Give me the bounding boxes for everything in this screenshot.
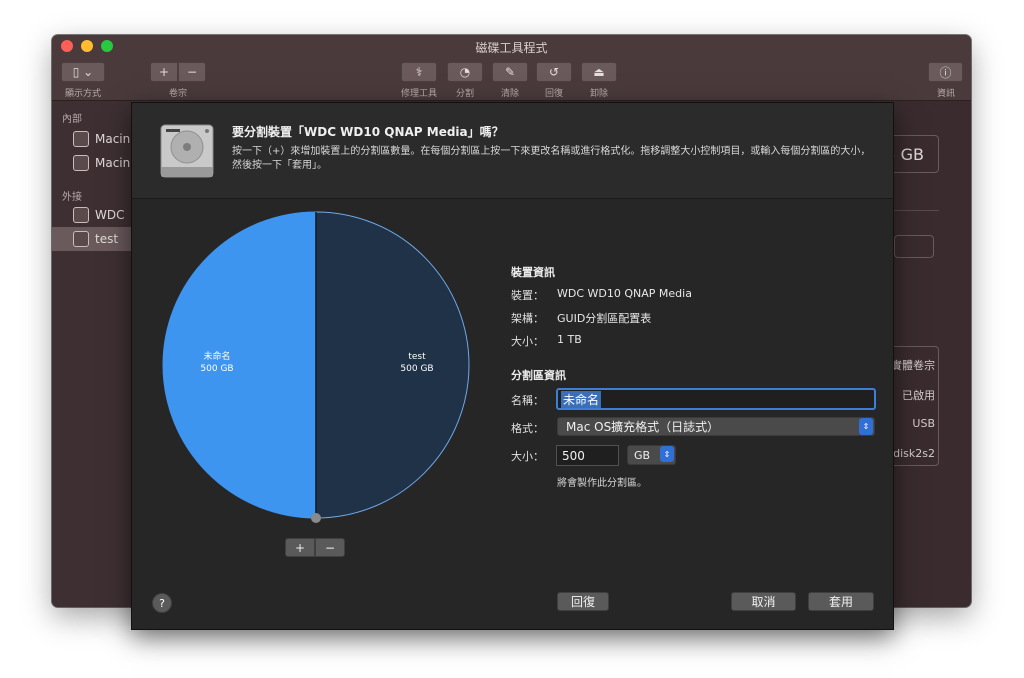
add-volume-button[interactable]: + [150,62,178,82]
slice-size: 500 GB [200,364,234,374]
device-value: WDC WD10 QNAP Media [557,287,692,300]
info-label: 資訊 [936,89,955,99]
format-value: Mac OS擴充格式（日誌式） [566,420,720,434]
dialog-header: 要分割裝置「WDC WD10 QNAP Media」嗎？ 按一下（+）來增加裝置… [132,103,893,199]
internal-disk-icon [73,131,89,147]
partition-note: 將會製作此分割區。 [557,478,647,489]
erase-button[interactable]: ✎ [492,62,528,82]
hard-drive-icon [160,124,214,178]
window-title: 磁碟工具程式 [475,41,548,55]
slice-label-test: test 500 GB [372,351,462,375]
name-input-value: 未命名 [561,390,602,408]
sidebar-item-label: Macin [95,132,131,146]
partition-button[interactable]: ◔ [447,62,483,82]
help-button[interactable]: ? [152,593,172,613]
restore-icon: ↺ [548,65,560,79]
external-disk-icon [73,207,89,223]
chevron-updown-icon: ⇕ [859,418,873,435]
revert-button[interactable]: 回復 [557,592,609,611]
dialog-title: 要分割裝置「WDC WD10 QNAP Media」嗎？ [232,125,504,139]
size-input-value: 500 [562,448,585,463]
info-cell: USB [912,417,935,430]
first-aid-button[interactable]: ⚕ [401,62,437,82]
device-label: 裝置： [511,289,544,302]
unmount-button[interactable]: ⏏ [581,62,617,82]
stethoscope-icon: ⚕ [415,65,423,79]
internal-disk-icon [73,155,89,171]
device-info-title: 裝置資訊 [511,266,555,279]
view-button[interactable]: ▯ ⌄ [61,62,105,82]
erase-icon: ✎ [504,65,516,79]
slice-name: test [408,352,426,362]
sidebar-header-external: 外接 [62,192,82,203]
size-unit-select[interactable]: GB ⇕ [627,445,676,465]
plus-icon: + [158,65,170,79]
apply-button[interactable]: 套用 [808,592,874,611]
restore-button[interactable]: ↺ [536,62,572,82]
view-label: 顯示方式 [64,89,101,99]
help-icon: ? [159,596,165,610]
info-cell: 實體卷宗 [891,359,935,372]
sidebar-header-internal: 內部 [62,114,82,125]
info-table: 實體卷宗 已啟用 USB disk2s2 [890,346,939,466]
cancel-label: 取消 [751,595,776,609]
remove-volume-button[interactable]: − [178,62,206,82]
remove-partition-button[interactable]: − [315,538,345,557]
partition-size-label: 大小： [511,450,544,463]
volume-label: 卷宗 [168,89,187,99]
slice-size: 500 GB [400,364,434,374]
partition-info-title: 分割區資訊 [511,369,566,382]
partition-name-input[interactable]: 未命名 [556,388,876,410]
minus-icon: − [186,65,198,79]
scheme-label: 架構： [511,312,544,325]
chevron-updown-icon: ⇕ [660,446,674,462]
sidebar-item-label: Macin [95,156,131,170]
slice-name: 未命名 [203,352,231,362]
resize-handle[interactable] [311,513,321,523]
plus-icon: + [294,540,306,555]
dialog-description: 按一下（+）來增加裝置上的分割區數量。在每個分割區上按一下來更改名稱或進行格式化… [232,146,871,171]
usage-bar [894,235,934,258]
format-label: 格式： [511,422,544,435]
name-label: 名稱： [511,394,544,407]
unmount-label: 卸除 [589,89,608,99]
revert-label: 回復 [570,595,595,609]
sidebar-item-label: WDC [95,208,125,222]
slice-label-unnamed: 未命名 500 GB [172,351,262,375]
window-toolbar: 磁碟工具程式 ▯ ⌄ 顯示方式 + − 卷宗 ⚕ 修理工具 ◔ 分割 ✎ 清除 … [52,35,971,101]
sidebar-item-label: test [95,232,119,246]
partition-dialog: 要分割裝置「WDC WD10 QNAP Media」嗎？ 按一下（+）來增加裝置… [131,102,894,630]
unit-value: GB [634,448,651,462]
cancel-button[interactable]: 取消 [731,592,796,611]
pie-icon: ◔ [459,65,471,79]
divider [894,210,939,211]
device-size-value: 1 TB [557,333,582,346]
volume-icon [73,231,89,247]
add-partition-button[interactable]: + [285,538,315,557]
format-select[interactable]: Mac OS擴充格式（日誌式） ⇕ [557,417,875,436]
sidebar-icon: ▯ ⌄ [72,65,94,79]
device-size-label: 大小： [511,335,544,348]
info-cell: 已啟用 [902,389,935,402]
eject-icon: ⏏ [593,65,605,79]
info-icon: ⓘ [939,65,952,80]
info-cell: disk2s2 [893,447,935,460]
partition-size-input[interactable]: 500 [556,445,619,466]
scheme-value: GUID分割區配置表 [557,312,652,325]
minus-icon: − [324,540,336,555]
info-button[interactable]: ⓘ [928,62,963,82]
apply-label: 套用 [828,595,853,609]
